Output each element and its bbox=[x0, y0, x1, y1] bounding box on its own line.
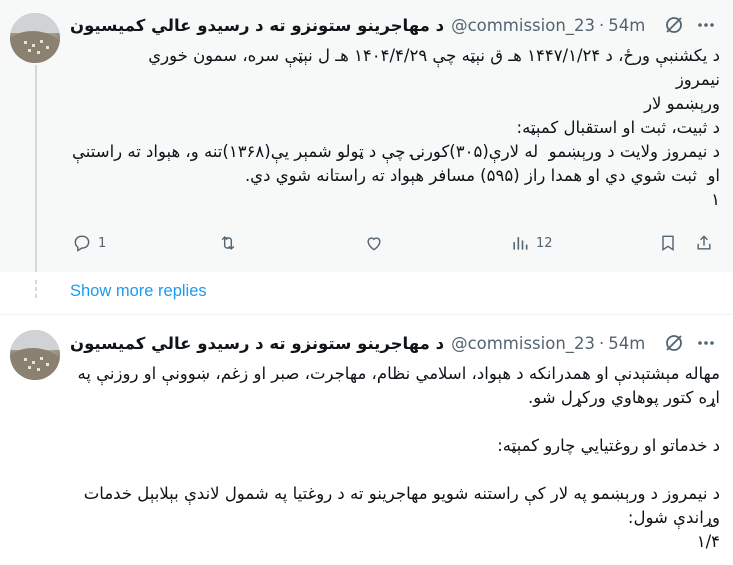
timestamp[interactable]: 54m bbox=[608, 334, 645, 353]
grok-icon[interactable] bbox=[664, 333, 684, 357]
retweet-button[interactable] bbox=[218, 230, 238, 256]
tweet-text: مهاله مېشتېدنې او همدرانکه د هېواد، اسلا… bbox=[77, 364, 720, 551]
tweet-actions: 1 12 bbox=[70, 230, 720, 256]
thread-dots bbox=[34, 280, 38, 306]
bookmark-icon bbox=[662, 235, 674, 251]
tweet-header: د مهاجرينو ستونزو ته د رسيدو عالي کميسيو… bbox=[70, 331, 680, 355]
reply-icon bbox=[74, 235, 90, 252]
more-icon[interactable] bbox=[696, 333, 716, 357]
avatar[interactable] bbox=[10, 330, 60, 380]
display-name[interactable]: د مهاجرينو ستونزو ته د رسيدو عالي کميسيو… bbox=[70, 334, 444, 353]
grok-icon[interactable] bbox=[664, 15, 684, 39]
bookmark-button[interactable] bbox=[658, 230, 678, 256]
divider bbox=[0, 314, 733, 315]
show-more-replies-link[interactable]: Show more replies bbox=[70, 282, 207, 301]
timestamp[interactable]: 54m bbox=[608, 16, 645, 35]
tweet-1[interactable]: د مهاجرينو ستونزو ته د رسيدو عالي کميسيو… bbox=[0, 0, 733, 272]
reply-button[interactable]: 1 bbox=[72, 230, 106, 256]
retweet-icon bbox=[221, 236, 235, 250]
separator: · bbox=[599, 15, 605, 35]
share-icon bbox=[697, 235, 711, 250]
more-icon[interactable] bbox=[696, 15, 716, 39]
avatar[interactable] bbox=[10, 13, 60, 63]
handle[interactable]: @commission_23 bbox=[451, 334, 595, 353]
handle[interactable]: @commission_23 bbox=[451, 16, 595, 35]
thread-line bbox=[35, 65, 37, 272]
share-button[interactable] bbox=[694, 230, 714, 256]
views-icon bbox=[513, 237, 528, 250]
views-button[interactable]: 12 bbox=[510, 230, 553, 256]
views-count: 12 bbox=[536, 235, 553, 251]
like-icon bbox=[367, 237, 381, 251]
like-button[interactable] bbox=[364, 230, 384, 256]
reply-count: 1 bbox=[98, 235, 107, 251]
tweet-header: د مهاجرينو ستونزو ته د رسيدو عالي کميسيو… bbox=[70, 13, 680, 37]
tweet-text: د يکشنبې ورځ، د ۱۴۴۷/۱/۲۴ هـ ق نېټه چې ۱… bbox=[72, 46, 720, 209]
display-name[interactable]: د مهاجرينو ستونزو ته د رسيدو عالي کميسيو… bbox=[70, 16, 444, 35]
separator: · bbox=[599, 333, 605, 353]
